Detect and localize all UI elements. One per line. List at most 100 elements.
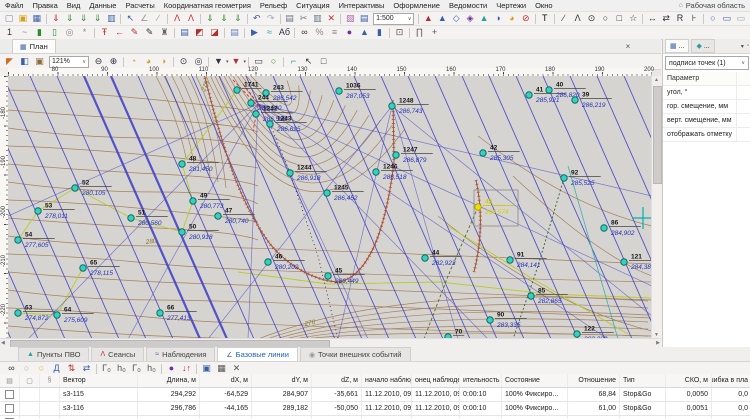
zoom-out-icon[interactable]: ⊖ [91,56,106,68]
point-marker-icon[interactable] [389,103,395,109]
import-gnss-icon[interactable]: ⇓ [49,13,63,25]
filter-h0-icon[interactable]: h₀ [114,363,129,375]
surface-tool-7-icon[interactable]: ◕ [505,13,519,25]
point-marker-icon[interactable] [179,161,185,167]
import-heights-icon[interactable]: ▮ [32,27,47,39]
pages-icon[interactable]: ▤ [227,27,242,39]
import-xml-icon[interactable]: ⇓ [63,13,77,25]
import-xyz-icon[interactable]: ⇓ [91,13,105,25]
point-marker-icon[interactable] [480,150,486,156]
dimension-1-icon[interactable]: ↔ [645,13,659,25]
add-point-icon[interactable]: 1 [2,27,17,39]
flag-red-icon[interactable]: ◩ [192,27,207,39]
levels-icon[interactable]: ≡ [327,27,342,39]
settings-delete-icon[interactable]: ✕ [229,363,244,375]
point-marker-icon[interactable] [475,204,481,210]
select-all-icon[interactable]: ▤ [0,374,20,387]
survey-point[interactable]: 63274,872 [15,305,55,323]
dimension-3-icon[interactable]: ⊦ [687,13,701,25]
point-marker-icon[interactable] [373,169,379,175]
vscroll-thumb[interactable] [653,86,662,184]
table-grid-icon[interactable]: ▦ [214,363,229,375]
surface-tool-2-icon[interactable]: ▲ [435,13,449,25]
black-pencil-icon[interactable]: ✎ [142,27,157,39]
close-plan-icon[interactable]: × [623,42,633,51]
strike-text-icon[interactable]: Ŧ [97,27,112,39]
point-marker-icon[interactable] [324,190,330,196]
wave-icon[interactable]: ≈ [262,27,277,39]
parameter-row[interactable]: гор. смещение, мм [663,100,750,114]
move-icon[interactable]: + [427,27,442,39]
parameter-row[interactable]: отображать отметку [663,128,750,142]
point-marker-icon[interactable] [190,198,196,204]
dimension-r-icon[interactable]: R [673,13,687,25]
surface-tool-8-icon[interactable]: ⊘ [519,13,533,25]
tab-sessions[interactable]: ΛСеансы [91,347,144,361]
menu-item-12[interactable]: Чертежи [496,1,526,10]
parameter-value-cell[interactable] [736,100,750,113]
surface-tool-6-icon[interactable]: ◑ [491,13,505,25]
import-dxf-icon[interactable]: ⇓ [77,13,91,25]
text-tool-icon[interactable]: T [538,13,552,25]
column-header-Состояние[interactable]: Состояние [502,374,568,387]
table-row[interactable]: s3-115294,292-64,529284,907-35,66111.12.… [0,388,750,402]
survey-point[interactable]: 1245286,452 [324,185,364,203]
column-header-онец наблюдени[interactable]: онец наблюдени [412,374,460,387]
point-marker-icon[interactable] [72,185,78,191]
point-marker-icon[interactable] [572,97,578,103]
point-marker-icon[interactable] [574,331,580,337]
parameter-row[interactable]: верт. смещение, мм [663,114,750,128]
move-updown-icon[interactable]: ⇅ [64,363,79,375]
survey-point[interactable]: 53278,011 [35,203,75,221]
filter-g0-icon[interactable]: Γ₀ [99,363,114,375]
update-heights-icon[interactable]: ▯ [47,27,62,39]
report-table-icon[interactable]: ▧ [343,13,357,25]
sheets-blue-icon[interactable]: ▤ [177,27,192,39]
export-mif-icon[interactable]: ⇓ [231,13,245,25]
vector-plane-icon[interactable]: ▶ [247,27,262,39]
survey-point[interactable]: 1741 [234,82,262,94]
polyline-tool-icon[interactable]: Λ [571,13,585,25]
point-marker-icon[interactable] [561,175,567,181]
point-marker-icon[interactable] [487,317,493,323]
surface-icon[interactable]: ▲ [357,27,372,39]
column-header-Тип[interactable]: Тип [620,374,666,387]
cut-icon[interactable]: ✂ [297,13,311,25]
survey-point[interactable]: 92285,525 [561,170,601,188]
column-header-dX, м[interactable]: dX, м [200,374,252,387]
labels-type-select[interactable]: подписи точек (1) ∨ [665,56,749,70]
trajectory-icon[interactable]: ~ [17,27,32,39]
select-rect-icon[interactable]: ▭ [251,56,266,68]
column-header-ительность набл[interactable]: ительность набл [460,374,502,387]
copy-icon[interactable]: ▤ [283,13,297,25]
binoculars-icon[interactable]: ∞ [297,27,312,39]
sort-icon[interactable]: ↓↑ [179,363,194,375]
pan-icon[interactable]: ◔ [126,56,141,68]
card-tool2-icon[interactable]: ▭ [734,13,748,25]
trim-tool-icon[interactable]: ∕ [151,13,165,25]
column-header-шибка в пла[interactable]: шибка в пла [712,374,750,387]
menu-item-5[interactable]: Расчеты [125,1,154,10]
chevron-down-icon[interactable]: ▾ [741,43,744,50]
red-pencil-icon[interactable]: ✎ [127,27,142,39]
scroll-right-icon[interactable]: ▶ [656,339,660,347]
arrow-left-red-icon[interactable]: ← [112,27,127,39]
map-vertical-scrollbar[interactable]: ▲ ▼ [651,76,661,339]
ring-tool-icon[interactable]: ○ [706,13,720,25]
paste-icon[interactable]: ▥ [310,13,324,25]
point-marker-icon[interactable] [54,312,60,318]
table-row[interactable]: s3-116296,786-44,165289,182-50,05011.12.… [0,402,750,416]
menu-item-9[interactable]: Интерактивы [339,1,385,10]
export-dxf-icon[interactable]: ⇓ [217,13,231,25]
map-horizontal-scrollbar[interactable]: ◀ ▶ [0,338,661,347]
point-marker-icon[interactable] [546,87,552,93]
survey-point[interactable]: 52280,105 [72,180,112,198]
tower-icon[interactable]: ♜ [157,27,172,39]
station-tool-icon[interactable]: Λ [170,13,184,25]
menu-item-2[interactable]: Правка [32,1,57,10]
point-marker-icon[interactable] [265,259,271,265]
workspace-label[interactable]: Рабочая область [686,1,745,10]
surface-tool-4-icon[interactable]: ◈ [463,13,477,25]
survey-point[interactable]: 1036287,053 [336,83,376,101]
find-icon[interactable]: ∞ [4,363,19,375]
